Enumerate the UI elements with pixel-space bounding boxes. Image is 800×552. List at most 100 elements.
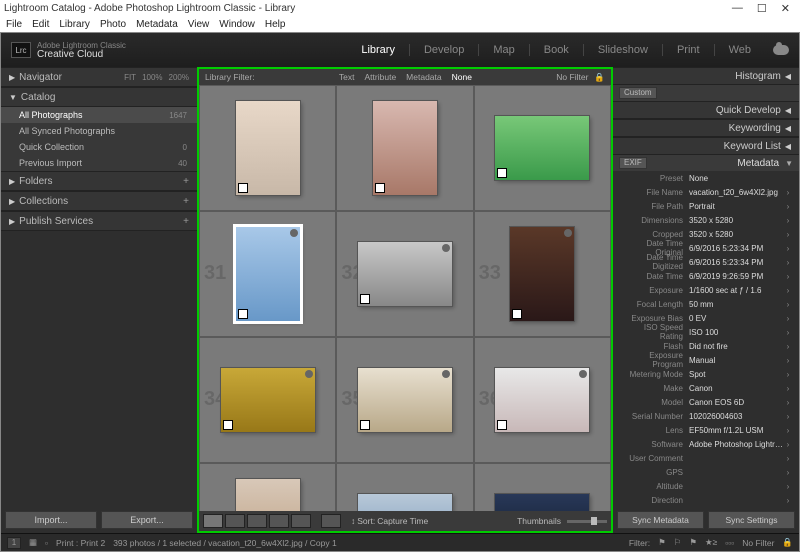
arrow-icon[interactable]: ›: [783, 356, 793, 365]
thumbnail-size-slider[interactable]: [567, 520, 607, 523]
module-print[interactable]: Print: [677, 44, 700, 56]
lock-icon[interactable]: 🔒: [782, 537, 793, 548]
sb-grid-icon[interactable]: ▦: [29, 537, 37, 548]
keywording-header[interactable]: Keywording◀: [613, 119, 799, 137]
flag-unpicked-icon[interactable]: ⚐: [674, 537, 682, 548]
module-book[interactable]: Book: [544, 44, 569, 56]
module-slideshow[interactable]: Slideshow: [598, 44, 648, 56]
catalog-quick-collection[interactable]: Quick Collection 0: [1, 139, 197, 155]
zoom-100[interactable]: 100%: [142, 73, 162, 82]
grid-cell[interactable]: 39: [474, 463, 611, 511]
grid-cell[interactable]: 32: [336, 211, 473, 337]
flag-picked-icon[interactable]: ⚑: [658, 537, 666, 548]
flag-rejected-icon[interactable]: ⚑: [689, 537, 697, 548]
menu-metadata[interactable]: Metadata: [136, 19, 178, 30]
sort-value[interactable]: Capture Time: [377, 516, 428, 526]
menu-photo[interactable]: Photo: [100, 19, 126, 30]
meta-value[interactable]: EF50mm f/1.2L USM: [689, 426, 783, 435]
arrow-icon[interactable]: ›: [783, 482, 793, 491]
grid-cell[interactable]: 37: [199, 463, 336, 511]
grid-view-button[interactable]: [203, 514, 223, 528]
arrow-icon[interactable]: ›: [783, 426, 793, 435]
arrow-icon[interactable]: ›: [783, 496, 793, 505]
arrow-icon[interactable]: ›: [783, 188, 793, 197]
arrow-icon[interactable]: ›: [783, 286, 793, 295]
publish-header[interactable]: ▶ Publish Services +: [1, 211, 197, 231]
arrow-icon[interactable]: ›: [783, 454, 793, 463]
meta-value[interactable]: 6/9/2016 5:23:34 PM: [689, 244, 783, 253]
grid-cell[interactable]: [336, 85, 473, 211]
meta-preset-select[interactable]: None: [689, 174, 793, 183]
survey-view-button[interactable]: [269, 514, 289, 528]
meta-value[interactable]: 6/9/2019 9:26:59 PM: [689, 272, 783, 281]
arrow-icon[interactable]: ›: [783, 342, 793, 351]
module-develop[interactable]: Develop: [424, 44, 464, 56]
grid-cell[interactable]: [474, 85, 611, 211]
cloud-sync-icon[interactable]: [773, 45, 789, 55]
meta-value[interactable]: Did not fire: [689, 342, 783, 351]
meta-value[interactable]: 102026004603: [689, 412, 783, 421]
arrow-icon[interactable]: ›: [783, 202, 793, 211]
arrow-icon[interactable]: ›: [783, 272, 793, 281]
plus-icon[interactable]: +: [183, 176, 189, 187]
menu-edit[interactable]: Edit: [32, 19, 49, 30]
grid-cell[interactable]: 33: [474, 211, 611, 337]
grid-cell[interactable]: 35: [336, 337, 473, 463]
filter-attribute[interactable]: Attribute: [365, 72, 397, 82]
people-view-button[interactable]: [291, 514, 311, 528]
zoom-fit[interactable]: FIT: [124, 73, 136, 82]
navigator-header[interactable]: ▶ Navigator FIT 100% 200%: [1, 67, 197, 87]
menu-window[interactable]: Window: [219, 19, 255, 30]
filmstrip-page[interactable]: 1: [7, 537, 21, 549]
quick-develop-header[interactable]: Quick Develop◀: [613, 101, 799, 119]
painter-tool-icon[interactable]: [321, 514, 341, 528]
grid-cell[interactable]: 34: [199, 337, 336, 463]
filter-preset[interactable]: No Filter: [556, 72, 588, 82]
meta-value[interactable]: Spot: [689, 370, 783, 379]
plus-icon[interactable]: +: [183, 196, 189, 207]
grid-cell[interactable]: 31: [199, 211, 336, 337]
meta-value[interactable]: Adobe Photoshop Lightroom S...: [689, 440, 783, 449]
meta-value[interactable]: Canon EOS 6D: [689, 398, 783, 407]
sort-direction-icon[interactable]: ↕: [351, 516, 355, 526]
histogram-header[interactable]: Histogram◀: [613, 67, 799, 85]
meta-value[interactable]: 50 mm: [689, 300, 783, 309]
menu-view[interactable]: View: [188, 19, 210, 30]
lock-icon[interactable]: 🔒: [594, 72, 605, 83]
arrow-icon[interactable]: ›: [783, 398, 793, 407]
catalog-previous-import[interactable]: Previous Import 40: [1, 155, 197, 171]
arrow-icon[interactable]: ›: [783, 384, 793, 393]
arrow-icon[interactable]: ›: [783, 328, 793, 337]
grid-cell[interactable]: 38: [336, 463, 473, 511]
menu-file[interactable]: File: [6, 19, 22, 30]
export-button[interactable]: Export...: [101, 511, 193, 529]
catalog-synced[interactable]: All Synced Photographs: [1, 123, 197, 139]
filter-metadata[interactable]: Metadata: [406, 72, 441, 82]
menu-library[interactable]: Library: [59, 19, 90, 30]
arrow-icon[interactable]: ›: [783, 440, 793, 449]
meta-value[interactable]: 6/9/2016 5:23:34 PM: [689, 258, 783, 267]
catalog-all-photos[interactable]: All Photographs 1647: [1, 107, 197, 123]
star-rating-icon[interactable]: ★≥: [705, 537, 717, 548]
grid-view[interactable]: 31 32 33 34 35 36 37 38 39: [199, 85, 611, 511]
collections-header[interactable]: ▶ Collections +: [1, 191, 197, 211]
arrow-icon[interactable]: ›: [783, 258, 793, 267]
status-filter-preset[interactable]: No Filter: [742, 538, 774, 548]
import-button[interactable]: Import...: [5, 511, 97, 529]
keyword-list-header[interactable]: Keyword List◀: [613, 137, 799, 155]
meta-value[interactable]: 3520 x 5280: [689, 216, 783, 225]
grid-cell[interactable]: 36: [474, 337, 611, 463]
meta-value[interactable]: 3520 x 5280: [689, 230, 783, 239]
menu-help[interactable]: Help: [265, 19, 286, 30]
arrow-icon[interactable]: ›: [783, 314, 793, 323]
grid-cell[interactable]: [199, 85, 336, 211]
meta-value[interactable]: Canon: [689, 384, 783, 393]
arrow-icon[interactable]: ›: [783, 300, 793, 309]
close-icon[interactable]: ✕: [781, 2, 790, 15]
module-library[interactable]: Library: [361, 44, 395, 56]
arrow-icon[interactable]: ›: [783, 370, 793, 379]
catalog-header[interactable]: ▼ Catalog: [1, 87, 197, 107]
arrow-icon[interactable]: ›: [783, 216, 793, 225]
module-map[interactable]: Map: [493, 44, 514, 56]
sb-secondary-icon[interactable]: ▫: [45, 538, 48, 548]
